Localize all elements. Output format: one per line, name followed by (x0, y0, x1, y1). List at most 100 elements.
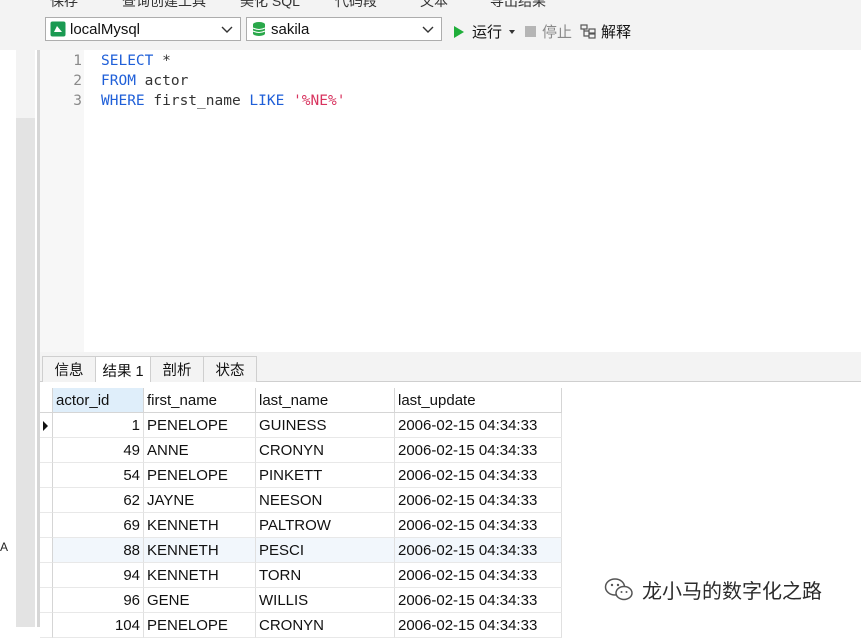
table-row[interactable]: 94 KENNETH TORN 2006-02-15 04:34:33 (40, 563, 562, 588)
tab-label: 状态 (215, 363, 245, 379)
sql-keyword: FROM (101, 73, 136, 89)
clipped-toolbar-item[interactable]: 文本 (420, 0, 448, 10)
table-row[interactable]: 54 PENELOPE PINKETT 2006-02-15 04:34:33 (40, 463, 562, 488)
sql-keyword: LIKE (249, 93, 285, 109)
explain-label: 解释 (601, 24, 632, 41)
cell-actor-id[interactable]: 69 (53, 513, 144, 538)
code-text: FROM actor (101, 73, 188, 89)
cell-last-update[interactable]: 2006-02-15 04:34:33 (395, 413, 562, 438)
row-indicator[interactable] (40, 488, 53, 513)
chevron-down-icon (221, 26, 233, 33)
cell-first-name[interactable]: ANNE (144, 438, 256, 463)
database-value: sakila (271, 20, 310, 38)
clipped-toolbar-item[interactable]: 代码段 (335, 0, 377, 10)
row-indicator[interactable] (40, 438, 53, 463)
cell-first-name[interactable]: KENNETH (144, 563, 256, 588)
stop-icon (525, 26, 536, 37)
column-header-last-update[interactable]: last_update (395, 388, 562, 413)
cell-last-name[interactable]: CRONYN (256, 613, 395, 638)
cell-first-name[interactable]: PENELOPE (144, 463, 256, 488)
cell-last-update[interactable]: 2006-02-15 04:34:33 (395, 613, 562, 638)
sql-keyword: WHERE (101, 93, 145, 109)
column-header-first-name[interactable]: first_name (144, 388, 256, 413)
connection-select[interactable]: localMysql (45, 17, 241, 41)
sql-identifier: actor (135, 73, 189, 89)
connection-icon (50, 21, 66, 37)
run-button[interactable]: 运行 (452, 21, 516, 42)
stop-label: 停止 (542, 24, 573, 41)
row-indicator[interactable] (40, 463, 53, 488)
cell-actor-id[interactable]: 62 (53, 488, 144, 513)
cell-last-name[interactable]: NEESON (256, 488, 395, 513)
cell-first-name[interactable]: PENELOPE (144, 613, 256, 638)
row-indicator[interactable] (40, 538, 53, 563)
cell-first-name[interactable]: PENELOPE (144, 413, 256, 438)
cell-last-name[interactable]: CRONYN (256, 438, 395, 463)
tab-profile[interactable]: 剖析 (150, 356, 204, 382)
cell-last-update[interactable]: 2006-02-15 04:34:33 (395, 488, 562, 513)
table-row[interactable]: 49 ANNE CRONYN 2006-02-15 04:34:33 (40, 438, 562, 463)
cell-actor-id[interactable]: 49 (53, 438, 144, 463)
cell-actor-id[interactable]: 88 (53, 538, 144, 563)
watermark: 龙小马的数字化之路 (604, 575, 822, 604)
cell-actor-id[interactable]: 96 (53, 588, 144, 613)
clipped-toolbar-item[interactable]: 美化 SQL (240, 0, 300, 10)
table-row[interactable]: 88 KENNETH PESCI 2006-02-15 04:34:33 (40, 538, 562, 563)
cell-last-update[interactable]: 2006-02-15 04:34:33 (395, 588, 562, 613)
explain-icon (580, 24, 596, 39)
cell-actor-id[interactable]: 54 (53, 463, 144, 488)
code-text: SELECT * (101, 53, 171, 69)
sql-keyword: SELECT (101, 53, 154, 69)
table-row[interactable]: 69 KENNETH PALTROW 2006-02-15 04:34:33 (40, 513, 562, 538)
column-header-last-name[interactable]: last_name (256, 388, 395, 413)
row-indicator[interactable] (40, 563, 53, 588)
database-select[interactable]: sakila (246, 17, 442, 41)
cell-last-name[interactable]: PALTROW (256, 513, 395, 538)
row-indicator[interactable] (40, 613, 53, 638)
tab-info[interactable]: 信息 (42, 356, 96, 382)
cell-last-name[interactable]: PINKETT (256, 463, 395, 488)
cell-last-update[interactable]: 2006-02-15 04:34:33 (395, 438, 562, 463)
row-indicator[interactable] (40, 513, 53, 538)
cell-first-name[interactable]: GENE (144, 588, 256, 613)
tab-result-1[interactable]: 结果 1 (95, 356, 151, 383)
cell-first-name[interactable]: KENNETH (144, 513, 256, 538)
table-row[interactable]: 104 PENELOPE CRONYN 2006-02-15 04:34:33 (40, 613, 562, 638)
chevron-down-icon (422, 26, 434, 33)
row-indicator[interactable] (40, 413, 53, 438)
cell-first-name[interactable]: JAYNE (144, 488, 256, 513)
stop-button[interactable]: 停止 (524, 21, 572, 42)
cell-actor-id[interactable]: 1 (53, 413, 144, 438)
current-row-arrow-icon (43, 421, 48, 431)
cell-last-name[interactable]: PESCI (256, 538, 395, 563)
query-toolbar: localMysql sakila 运行 停止 解释 (0, 10, 861, 50)
cell-last-update[interactable]: 2006-02-15 04:34:33 (395, 563, 562, 588)
table-row[interactable]: 1 PENELOPE GUINESS 2006-02-15 04:34:33 (40, 413, 562, 438)
result-tabs: 信息 结果 1 剖析 状态 (40, 352, 861, 383)
run-dropdown-icon[interactable] (508, 29, 516, 35)
sql-identifier (284, 93, 293, 109)
line-number: 3 (73, 93, 82, 109)
left-scrollbar[interactable] (16, 118, 35, 627)
sql-identifier: * (153, 53, 171, 69)
explain-button[interactable]: 解释 (580, 21, 631, 42)
table-row[interactable]: 96 GENE WILLIS 2006-02-15 04:34:33 (40, 588, 562, 613)
cell-last-update[interactable]: 2006-02-15 04:34:33 (395, 513, 562, 538)
cell-last-name[interactable]: GUINESS (256, 413, 395, 438)
column-header-actor-id[interactable]: actor_id (53, 388, 144, 413)
cell-last-update[interactable]: 2006-02-15 04:34:33 (395, 463, 562, 488)
table-row[interactable]: 62 JAYNE NEESON 2006-02-15 04:34:33 (40, 488, 562, 513)
cell-actor-id[interactable]: 94 (53, 563, 144, 588)
cell-last-name[interactable]: WILLIS (256, 588, 395, 613)
cell-last-name[interactable]: TORN (256, 563, 395, 588)
cell-last-update[interactable]: 2006-02-15 04:34:33 (395, 538, 562, 563)
sql-editor[interactable]: 1 SELECT * 2 FROM actor 3 WHERE first_name LI… (40, 50, 861, 352)
clipped-toolbar-item[interactable]: 保存 (50, 0, 78, 10)
cell-first-name[interactable]: KENNETH (144, 538, 256, 563)
row-indicator[interactable] (40, 588, 53, 613)
play-icon (454, 25, 464, 38)
clipped-toolbar-item[interactable]: 查询创建工具 (122, 0, 206, 10)
cell-actor-id[interactable]: 104 (53, 613, 144, 638)
tab-status[interactable]: 状态 (203, 356, 257, 382)
clipped-toolbar-item[interactable]: 导出结果 (490, 0, 546, 10)
